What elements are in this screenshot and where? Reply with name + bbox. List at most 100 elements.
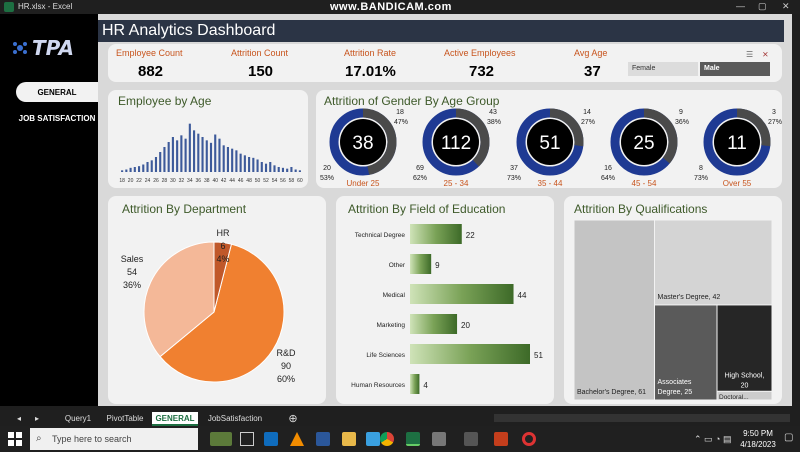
word-icon[interactable] [316,432,330,446]
widget-landscape-icon[interactable] [210,432,232,446]
age-tick-label: 18 [119,178,125,184]
qual-tile-label: 20 [741,382,749,389]
tab-jobsatisfaction[interactable]: JobSatisfaction [204,412,266,426]
chrome-icon[interactable] [380,432,394,446]
notification-icon[interactable]: ▢ [784,432,793,443]
age-tick-label: 22 [136,178,142,184]
window-titlebar: HR.xlsx - Excel www.BANDICAM.com — ▢ ✕ [0,0,800,14]
age-bar [286,168,289,172]
calculator-icon[interactable] [432,432,446,446]
age-tick-label: 20 [128,178,134,184]
male-count: 69 [416,165,424,172]
age-bar [197,133,200,172]
edge-icon[interactable] [366,432,380,446]
kpi-attrition-rate-value: 17.01% [345,63,396,80]
nav-job-satisfaction-button[interactable]: JOB SATISFACTION [16,108,98,128]
age-tick-label: 56 [280,178,286,184]
task-view-icon[interactable] [240,432,254,446]
edu-category-label: Medical [383,292,406,299]
qual-tile-label: Doctoral... [719,394,749,401]
edu-category-label: Human Resources [351,382,406,389]
male-pct: 73% [694,175,708,182]
dept-label-name: Sales [121,254,144,264]
age-tick-label: 28 [162,178,168,184]
gender-option-female[interactable]: Female [628,62,698,76]
age-bar [260,162,263,172]
group-total: 38 [352,133,373,154]
outlook-icon[interactable] [264,432,278,446]
male-count: 8 [699,165,703,172]
age-bar [205,140,208,172]
windows-start-icon[interactable] [8,432,22,446]
horizontal-scrollbar[interactable] [494,414,790,422]
close-icon[interactable]: ✕ [782,1,790,12]
multi-select-icon[interactable]: ☰ [746,50,753,59]
system-tray-icons[interactable]: ⌃ ▭ ◔ ▤ [694,434,732,445]
powerpoint-icon[interactable] [494,432,508,446]
age-tick-label: 60 [297,178,303,184]
age-tick-label: 34 [187,178,193,184]
group-total: 25 [633,133,654,154]
female-pct: 36% [675,119,689,126]
age-bar [176,140,179,172]
female-pct: 38% [487,119,501,126]
kpi-card: Employee Count 882 Attrition Count 150 A… [108,44,782,82]
kpi-attrition-count-value: 150 [248,63,274,80]
age-tick-label: 58 [289,178,295,184]
tab-query1[interactable]: Query1 [58,412,98,426]
search-icon: ⌕ [36,433,42,444]
clear-filter-icon[interactable]: ⨯ [762,50,769,59]
age-bar [226,147,229,172]
vlc-icon[interactable] [290,432,304,446]
female-count: 18 [396,109,404,116]
dashboard-title: HR Analytics Dashboard [98,20,784,42]
age-bar [264,163,268,172]
age-tick-label: 44 [229,178,235,184]
nav-general-button[interactable]: GENERAL [16,82,98,102]
dept-label-value: 54 [127,267,137,277]
age-bar [269,162,272,172]
tab-scroll-right-icon[interactable]: ▸ [32,412,42,426]
age-tick-label: 26 [153,178,159,184]
gender-option-male[interactable]: Male [700,62,770,76]
excel-taskbar-icon[interactable] [406,432,420,446]
edu-bar-value: 20 [461,321,470,330]
age-bar [231,148,234,172]
age-bar [298,170,301,172]
taskbar-date: 4/18/2023 [740,440,776,449]
kpi-employee-count-label: Employee Count [116,48,183,58]
edu-bar-value: 9 [435,261,440,270]
qual-tile-label: Bachelor's Degree, 61 [577,389,646,396]
age-group-label: Over 55 [723,179,752,188]
tab-scroll-left-icon[interactable]: ◂ [14,412,24,426]
employee-by-age-card: Employee by Age 18 20 22 24 26 28 30 32 34 36 38 40… [108,90,308,188]
tab-pivottable[interactable]: PivotTable [102,412,148,426]
kpi-active-employees-value: 732 [469,63,495,80]
qual-tile-label: Master's Degree, 42 [658,294,721,301]
group-total: 11 [727,133,747,154]
add-sheet-icon[interactable]: ⊕ [286,412,300,426]
age-bar [222,145,225,172]
taskbar-search-input[interactable]: Type here to search [30,428,198,450]
age-bar [214,134,217,172]
edu-bar [410,224,462,244]
window-title: HR.xlsx - Excel [18,2,73,11]
minimize-icon[interactable]: — [736,1,745,11]
age-tick-label: 42 [221,178,227,184]
file-explorer-icon[interactable] [342,432,356,446]
age-group-label: 25 - 34 [444,179,469,188]
maximize-icon[interactable]: ▢ [758,1,767,12]
age-group-label: 45 - 54 [632,179,657,188]
attrition-department-chart: R&D 90 60% Sales 54 36% HR 6 4% [121,228,296,384]
age-bar [281,167,285,172]
store-icon[interactable] [464,432,478,446]
tab-general[interactable]: GENERAL [152,412,198,426]
age-bar [248,157,251,172]
age-bar [218,138,221,172]
age-bar [159,152,162,172]
gender-age-group-card: Attrition of Gender By Age Group 38 18 47%… [316,90,782,188]
record-icon[interactable] [522,432,536,446]
dept-label-pct: 36% [123,280,141,290]
edu-bar-value: 22 [466,231,475,240]
age-bar [171,137,174,172]
